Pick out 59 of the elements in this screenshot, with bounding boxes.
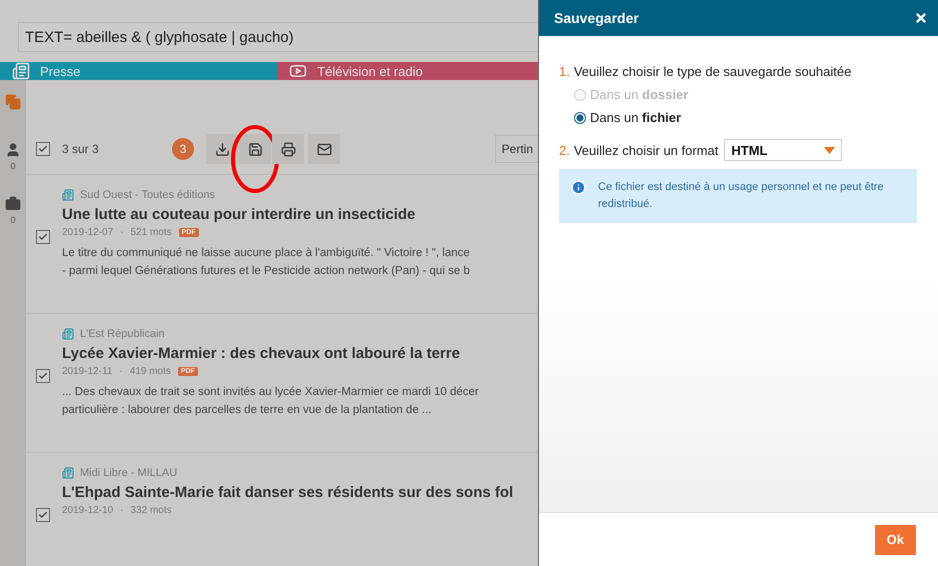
article-title[interactable]: Lycée Xavier-Marmier : des chevaux ont labouré la terre — [62, 345, 479, 362]
article-date: 2019-12-11 — [62, 366, 112, 377]
format-dropdown[interactable]: HTML — [724, 139, 842, 161]
step-number: 2. — [559, 142, 570, 158]
article-title[interactable]: L'Ehpad Sainte-Marie fait danser ses résidents sur des sons fol — [62, 484, 514, 501]
step-label: Veuillez choisir un format — [574, 142, 718, 158]
checkbox[interactable] — [36, 508, 50, 522]
result-count: 3 sur 3 — [62, 142, 100, 156]
category-tab[interactable]: Télévision et radio — [277, 62, 538, 80]
radio-option: Dans un dossier — [574, 87, 918, 102]
step-label: Veuillez choisir le type de sauvegarde souhaitée — [574, 64, 852, 79]
checkbox[interactable] — [36, 142, 50, 156]
separator-dot: · — [120, 227, 124, 238]
step-number: 1. — [559, 64, 570, 79]
toolbar-button[interactable] — [272, 134, 304, 164]
article-source: Sud Ouest - Toutes éditions — [80, 189, 215, 201]
person-icon[interactable] — [5, 142, 21, 158]
toolbar-button[interactable] — [308, 134, 340, 164]
article-title[interactable]: Une lutte au couteau pour interdire un insecticide — [62, 206, 470, 223]
article-snippet: - parmi lequel Générations futures et le Pesticide action network (Pan) - qui se b — [62, 264, 470, 279]
count-label: 0 — [10, 161, 16, 171]
envelope-icon — [316, 142, 332, 156]
checkmark-icon — [38, 144, 48, 154]
article-snippet: particulière : labourer des parcelles de terre en vue de la plantation de ... — [62, 403, 432, 418]
download-icon — [214, 142, 230, 156]
search-field[interactable]: TEXT= abeilles & ( glyphosate | gaucho) — [18, 22, 538, 52]
count-badge: 3 — [172, 138, 194, 160]
play-icon — [289, 62, 308, 80]
count-label: 0 — [10, 215, 16, 225]
info-text: Ce fichier est destiné à un usage personnel et ne peut être redistribué. — [598, 180, 885, 212]
newspaper-icon — [12, 62, 30, 80]
checkbox[interactable] — [36, 369, 50, 383]
separator-dot: · — [119, 366, 123, 377]
radio-button[interactable] — [574, 112, 586, 124]
newspaper-icon — [62, 189, 74, 201]
word-count: 419 mots — [130, 366, 171, 377]
article-source: Midi Libre - MILLAU — [80, 467, 178, 479]
printer-icon — [280, 142, 296, 156]
checkmark-icon — [38, 510, 48, 520]
word-count: 521 mots — [130, 227, 172, 238]
checkmark-icon — [38, 232, 48, 242]
close-icon[interactable] — [914, 11, 928, 25]
dialog-title: Sauvegarder — [554, 10, 639, 26]
separator-dot: · — [120, 505, 124, 516]
checkbox[interactable] — [36, 230, 50, 244]
article-date: 2019-12-10 — [62, 505, 114, 516]
checkmark-icon — [38, 371, 48, 381]
newspaper-icon — [62, 328, 74, 340]
newspaper-icon — [62, 467, 74, 479]
article-source: L'Est Républicain — [80, 328, 165, 340]
article-snippet: ... Des chevaux de trait se sont invités au lycée Xavier-Marmier ce mardi 10 décer — [62, 385, 479, 400]
caret-icon — [824, 146, 836, 154]
toolbar-button[interactable] — [239, 134, 271, 164]
word-count: 332 mots — [130, 505, 172, 516]
radio-option[interactable]: Dans un fichier — [574, 110, 918, 125]
briefcase-icon[interactable] — [5, 196, 21, 212]
article-date: 2019-12-07 — [62, 227, 114, 238]
info-icon — [571, 180, 586, 195]
article-snippet: Le titre du communiqué ne laisse aucune place à l'ambiguïté. " Victoire ! ", lance — [62, 246, 470, 261]
